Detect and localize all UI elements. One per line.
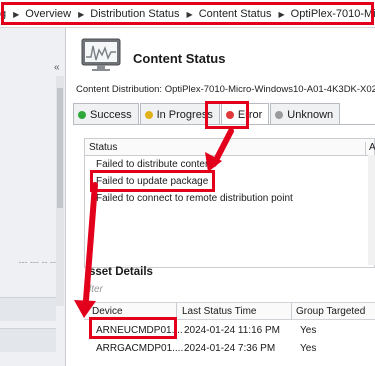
in-progress-dot-icon [144, 110, 153, 119]
unknown-dot-icon [275, 110, 284, 119]
collapse-pane-icon[interactable]: « [54, 62, 60, 73]
column-header-last-status-time[interactable]: Last Status Time [182, 306, 256, 317]
nav-workspace-button[interactable] [0, 297, 56, 321]
group-cell: Yes [300, 343, 317, 354]
status-cell: Failed to connect to remote distribution… [96, 193, 293, 204]
device-highlight-box [89, 317, 177, 339]
nav-workspace-button[interactable] [0, 328, 56, 352]
column-header-status[interactable]: Status [85, 142, 117, 153]
breadcrumb-highlight-box [1, 2, 374, 25]
tab-label: Success [90, 108, 132, 121]
failed-update-highlight-box [90, 170, 215, 192]
tab-success[interactable]: Success [73, 103, 139, 125]
navigation-pane: « --- --- -- -- [0, 28, 66, 366]
monitor-waveform-icon [81, 38, 121, 71]
column-header-assets[interactable]: As [365, 142, 375, 156]
status-grid: Status As Failed to distribute content 1… [84, 138, 375, 268]
column-header-group-targeted[interactable]: Group Targeted [296, 306, 365, 317]
grid-header: Status As [85, 139, 375, 156]
content-distribution-label: Content Distribution: OptiPlex-7010-Micr… [76, 84, 375, 95]
config-manager-window: g ▶ Overview ▶ Distribution Status ▶ Con… [0, 0, 375, 366]
success-dot-icon [78, 110, 86, 119]
time-cell: 2024-01-24 7:36 PM [184, 343, 276, 354]
time-cell: 2024-01-24 11:16 PM [184, 325, 280, 336]
column-divider[interactable] [291, 303, 292, 320]
table-row[interactable]: Failed to connect to remote distribution… [85, 190, 374, 207]
table-row[interactable]: ARRGACMDP01.... 2024-01-24 7:36 PM Yes [84, 340, 375, 357]
error-tab-highlight-box [205, 101, 249, 129]
column-header-device[interactable]: Device [92, 306, 123, 317]
nav-footer-text: --- --- -- -- [18, 257, 56, 267]
asset-details-title: sset Details [89, 266, 153, 278]
nav-scrollbar-thumb[interactable] [57, 88, 63, 208]
tab-unknown[interactable]: Unknown [270, 103, 341, 125]
page-title: Content Status [133, 51, 226, 66]
grid-scrollbar[interactable] [368, 155, 375, 265]
status-cell: Failed to distribute content [96, 159, 214, 170]
breadcrumb: g ▶ Overview ▶ Distribution Status ▶ Con… [0, 0, 375, 28]
tab-label: Unknown [287, 108, 334, 121]
group-cell: Yes [300, 325, 317, 336]
content-status-pane: Content Status Content Distribution: Opt… [67, 28, 375, 366]
filter-input[interactable]: lter [89, 284, 103, 295]
device-cell: ARRGACMDP01.... [96, 343, 184, 354]
